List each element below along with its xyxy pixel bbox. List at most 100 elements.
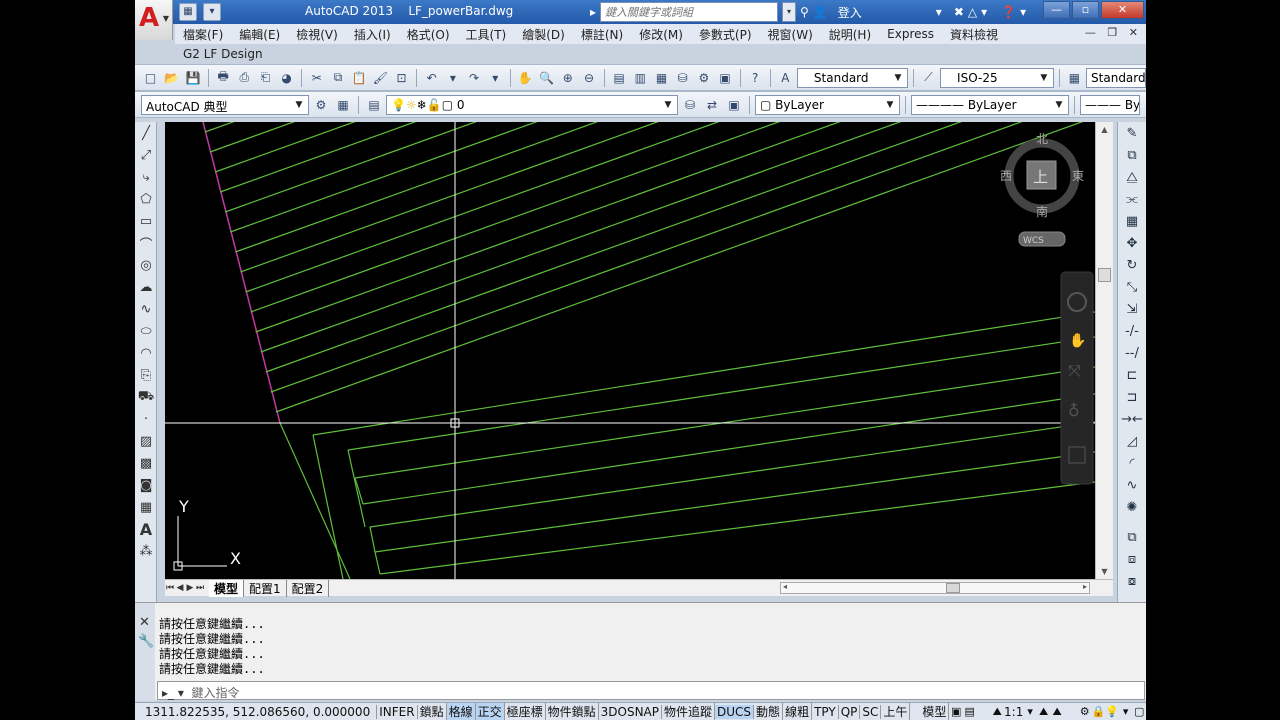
ellipse-icon[interactable]: ⬭ <box>135 320 157 342</box>
horizontal-scroll-thumb[interactable] <box>946 583 960 593</box>
zoom-realtime-icon[interactable]: 🔍 <box>537 68 556 88</box>
grid-toggle[interactable]: 格線 <box>446 703 476 720</box>
menu-view[interactable]: 檢視(V) <box>288 26 346 43</box>
redo-dropdown-icon[interactable]: ▾ <box>486 68 505 88</box>
paste-icon[interactable]: 📋 <box>350 68 369 88</box>
next-tab-icon[interactable]: ▶ <box>185 583 195 593</box>
explode-icon[interactable]: ✺ <box>1118 496 1146 518</box>
viewcube[interactable]: 上 北 南 西 東 WCS <box>1000 132 1084 247</box>
move-icon[interactable]: ✥ <box>1118 232 1146 254</box>
osnap-toggle[interactable]: 物件鎖點 <box>546 703 599 720</box>
workspace-switching-icon[interactable]: ⚙ <box>1078 705 1092 718</box>
scroll-left-icon[interactable]: ◂ <box>783 582 787 591</box>
add-selected-icon[interactable]: ⁂ <box>135 540 157 562</box>
scroll-down-icon[interactable]: ▼ <box>1096 567 1113 576</box>
menu-insert[interactable]: 插入(I) <box>346 26 399 43</box>
command-input[interactable]: ▸_ ▾ 鍵入指令 <box>157 681 1145 700</box>
copy-icon[interactable]: ⧉ <box>328 68 347 88</box>
chamfer-icon[interactable]: ◿ <box>1118 430 1146 452</box>
draw-order-icon[interactable]: ⧉ <box>1118 526 1146 548</box>
sc-toggle[interactable]: SC <box>860 704 882 719</box>
offset-icon[interactable]: ⫘ <box>1118 188 1146 210</box>
open-icon[interactable]: 📂 <box>162 68 181 88</box>
menu-express[interactable]: Express <box>879 27 942 41</box>
pan-icon[interactable]: ✋ <box>516 68 535 88</box>
model-space-button[interactable]: 模型 <box>920 703 950 720</box>
revision-cloud-icon[interactable]: ☁ <box>135 276 157 298</box>
coordinate-readout[interactable]: 1311.822535, 512.086560, 0.000000 <box>135 704 378 719</box>
scale-icon[interactable]: ⤡ <box>1118 276 1146 298</box>
search-button[interactable]: ▾ <box>782 2 797 22</box>
drawing-canvas[interactable]: Y X 上 北 南 西 東 WCS ✋ ⤧ ♁ <box>165 122 1095 579</box>
annotation-scale-value[interactable]: 1:1 <box>1004 705 1023 719</box>
help-dropdown-icon[interactable]: ▾ <box>1020 5 1026 19</box>
tpy-toggle[interactable]: TPY <box>812 704 839 719</box>
annotation-visibility-icon[interactable]: ⛰ <box>1037 705 1051 719</box>
menu-modify[interactable]: 修改(M) <box>631 26 691 43</box>
layer-states-icon[interactable]: ▣ <box>724 95 744 115</box>
annotation-scale-icon[interactable]: ⛰ <box>991 705 1005 719</box>
tab-model[interactable]: 模型 <box>209 579 245 597</box>
markup-icon[interactable]: ⚙ <box>694 68 713 88</box>
orbit-icon[interactable]: ♁ <box>1068 401 1080 420</box>
lineweight-toggle[interactable]: 線粗 <box>783 703 813 720</box>
plot-icon[interactable]: 🖶 <box>214 68 233 88</box>
menu-dimension[interactable]: 標註(N) <box>573 26 631 43</box>
menu-format[interactable]: 格式(O) <box>399 26 458 43</box>
block-editor-icon[interactable]: ⊡ <box>392 68 411 88</box>
am-toggle[interactable]: 上午 <box>881 703 911 720</box>
new-icon[interactable]: □ <box>141 68 160 88</box>
last-tab-icon[interactable]: ⏭ <box>195 583 205 593</box>
arc-icon[interactable]: ⌒ <box>135 232 157 254</box>
stretch-icon[interactable]: ⇲ <box>1118 298 1146 320</box>
lineweight-select[interactable]: ——— ByLayer <box>1080 94 1140 115</box>
minimize-button[interactable]: — <box>1043 1 1070 19</box>
workspace-select[interactable]: AutoCAD 典型 ▼ <box>141 94 309 115</box>
workspace-settings-icon[interactable]: ⚙ <box>311 95 331 115</box>
point-icon[interactable]: · <box>135 408 157 430</box>
tool-palettes-icon[interactable]: ▦ <box>652 68 671 88</box>
quick-view-layouts-icon[interactable]: ▣ <box>949 705 963 718</box>
polar-toggle[interactable]: 極座標 <box>505 703 546 720</box>
qat-dropdown-icon[interactable]: ▾ <box>203 3 221 21</box>
infer-toggle[interactable]: INFER <box>377 704 418 719</box>
spline-icon[interactable]: ∿ <box>135 298 157 320</box>
zoom-previous-icon[interactable]: ⊖ <box>579 68 598 88</box>
trim-icon[interactable]: -/- <box>1118 320 1146 342</box>
hatch-icon[interactable]: ▨ <box>135 430 157 452</box>
ellipse-arc-icon[interactable]: ◠ <box>135 342 157 364</box>
publish-icon[interactable]: ⎗ <box>256 68 275 88</box>
multiline-text-icon[interactable]: A <box>135 518 157 540</box>
ducs-toggle[interactable]: DUCS <box>715 704 755 719</box>
maximize-button[interactable]: ▫ <box>1072 1 1099 19</box>
sheet-set-icon[interactable]: ⛁ <box>673 68 692 88</box>
prev-tab-icon[interactable]: ◀ <box>175 583 185 593</box>
plot-preview-icon[interactable]: ⎙ <box>235 68 254 88</box>
zoom-icon[interactable]: ⤧ <box>1068 361 1081 380</box>
table-style-select[interactable]: Standard <box>1086 67 1146 88</box>
menu-draw[interactable]: 繪製(D) <box>514 26 573 43</box>
undo-icon[interactable]: ↶ <box>422 68 441 88</box>
construction-line-icon[interactable]: ⤢ <box>135 144 157 166</box>
search-input[interactable] <box>600 2 779 22</box>
menu-edit[interactable]: 編輯(E) <box>231 26 288 43</box>
line-icon[interactable]: ╱ <box>135 122 157 144</box>
array-icon[interactable]: ▦ <box>1118 210 1146 232</box>
redo-icon[interactable]: ↷ <box>464 68 483 88</box>
save-icon[interactable]: 💾 <box>183 68 202 88</box>
navigation-bar[interactable]: ✋ ⤧ ♁ <box>1060 271 1094 485</box>
dim-style-icon[interactable]: ⟋ <box>919 68 938 88</box>
polygon-icon[interactable]: ⬠ <box>135 188 157 210</box>
tab-layout2[interactable]: 配置2 <box>287 579 330 597</box>
insert-block-icon[interactable]: ⎘ <box>135 364 157 386</box>
help-icon[interactable]: ❓ <box>1001 5 1016 19</box>
region-icon[interactable]: ◙ <box>135 474 157 496</box>
3dosnap-toggle[interactable]: 3DOSNAP <box>599 704 662 719</box>
auto-scale-icon[interactable]: ⛰ <box>1050 705 1064 719</box>
annotation-scale-dropdown-icon[interactable]: ▾ <box>1023 705 1037 718</box>
copy-object-icon[interactable]: ⧉ <box>1118 144 1146 166</box>
zoom-window-icon[interactable]: ⊕ <box>558 68 577 88</box>
table-icon[interactable]: ▦ <box>135 496 157 518</box>
quickcalc-icon[interactable]: ▣ <box>715 68 734 88</box>
command-window-handle[interactable]: ✕ 🔧 <box>135 603 155 701</box>
